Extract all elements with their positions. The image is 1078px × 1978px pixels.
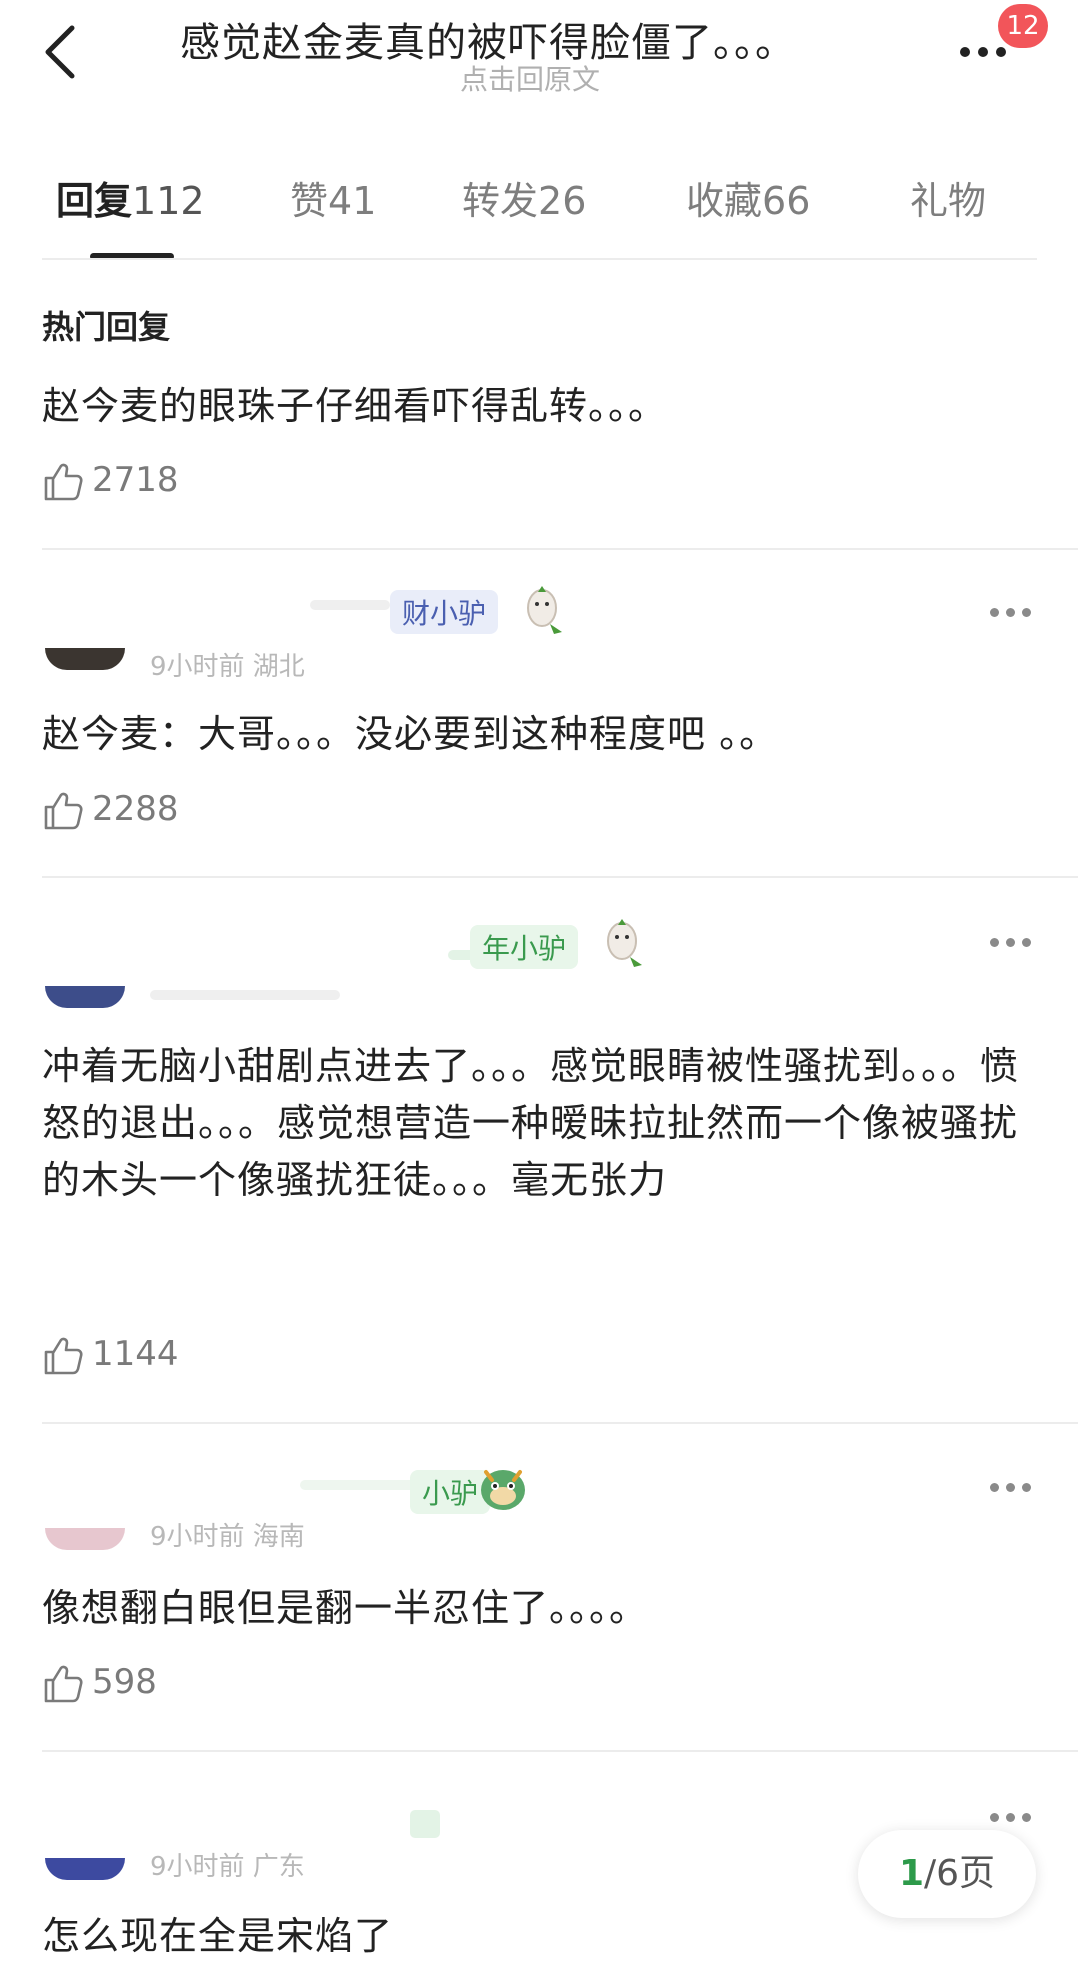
comment-more-icon[interactable] — [990, 935, 1034, 949]
like-count: 1144 — [92, 1334, 179, 1374]
thumbs-up-icon — [44, 792, 83, 830]
dragon-sticker-icon — [474, 1460, 532, 1520]
mascot-sticker-icon — [600, 915, 644, 975]
tab-likes[interactable]: 赞41 — [290, 170, 376, 225]
comment-more-icon[interactable] — [990, 1480, 1034, 1494]
fan-badge[interactable]: 年小驴 — [470, 925, 579, 969]
divider — [42, 876, 1078, 878]
avatar[interactable] — [45, 648, 125, 670]
tab-bar: 回复112 赞41 转发26 收藏66 礼物 — [0, 160, 1078, 260]
comment-text: 赵今麦：大哥。。。没必要到这种程度吧 。。 — [42, 712, 779, 756]
divider — [42, 258, 1037, 260]
top-bar: 感觉赵金麦真的被吓得脸僵了。。。 点击回原文 12 — [0, 0, 1078, 120]
divider — [42, 1750, 1078, 1752]
comment-meta: 9小时前 湖北 — [150, 652, 305, 682]
tab-label: 赞 — [290, 179, 329, 223]
comment-text: 像想翻白眼但是翻一半忍住了。。。。 — [42, 1586, 649, 1630]
divider — [42, 548, 1078, 550]
comment-meta: 9小时前 广东 — [150, 1852, 305, 1882]
comment-more-icon[interactable] — [990, 1810, 1034, 1824]
notification-badge: 12 — [998, 4, 1048, 48]
username-blur — [310, 600, 390, 610]
current-page: 1 — [898, 1853, 924, 1894]
tab-label: 转发 — [462, 179, 539, 223]
avatar[interactable] — [45, 1528, 125, 1550]
tab-count: 66 — [762, 179, 811, 223]
page-total: /6页 — [924, 1853, 996, 1894]
username-blur — [300, 1480, 420, 1490]
page-indicator[interactable]: 1/6页 — [858, 1830, 1036, 1918]
divider — [42, 1422, 1078, 1424]
thumbs-up-icon — [44, 1337, 83, 1375]
tab-reposts[interactable]: 转发26 — [462, 170, 586, 225]
mascot-sticker-icon — [520, 582, 564, 642]
like-count: 598 — [92, 1662, 157, 1702]
avatar[interactable] — [45, 986, 125, 1008]
comment-meta-blur — [150, 990, 340, 1000]
tab-label: 礼物 — [910, 179, 987, 223]
comment-text: 冲着无脑小甜剧点进去了。。。感觉眼睛被性骚扰到。。。愤怒的退出。。。感觉想营造一… — [42, 1044, 1020, 1202]
fan-badge[interactable]: 财小驴 — [390, 590, 499, 634]
hot-replies-heading: 热门回复 — [42, 308, 171, 346]
back-to-original-link[interactable]: 点击回原文 — [460, 58, 600, 98]
thumbs-up-icon — [44, 1665, 83, 1703]
thumbs-up-icon — [44, 463, 83, 501]
comment-meta: 9小时前 海南 — [150, 1522, 305, 1552]
hot-reply-text: 赵今麦的眼珠子仔细看吓得乱转。。。 — [42, 384, 668, 428]
tab-replies[interactable]: 回复112 — [56, 170, 205, 225]
avatar[interactable] — [45, 1858, 125, 1880]
tab-count: 112 — [132, 179, 205, 223]
tab-count: 26 — [538, 179, 587, 223]
tab-label: 收藏 — [686, 179, 763, 223]
back-arrow-icon[interactable] — [38, 22, 88, 82]
tab-gifts[interactable]: 礼物 — [910, 170, 986, 225]
fan-badge[interactable] — [410, 1810, 440, 1838]
tab-count: 41 — [328, 179, 377, 223]
comment-text: 怎么现在全是宋焰了 — [42, 1914, 394, 1958]
tab-favorites[interactable]: 收藏66 — [686, 170, 810, 225]
like-count: 2288 — [92, 789, 179, 829]
comment-more-icon[interactable] — [990, 605, 1034, 619]
tab-label: 回复 — [56, 179, 133, 223]
like-count: 2718 — [92, 460, 179, 500]
